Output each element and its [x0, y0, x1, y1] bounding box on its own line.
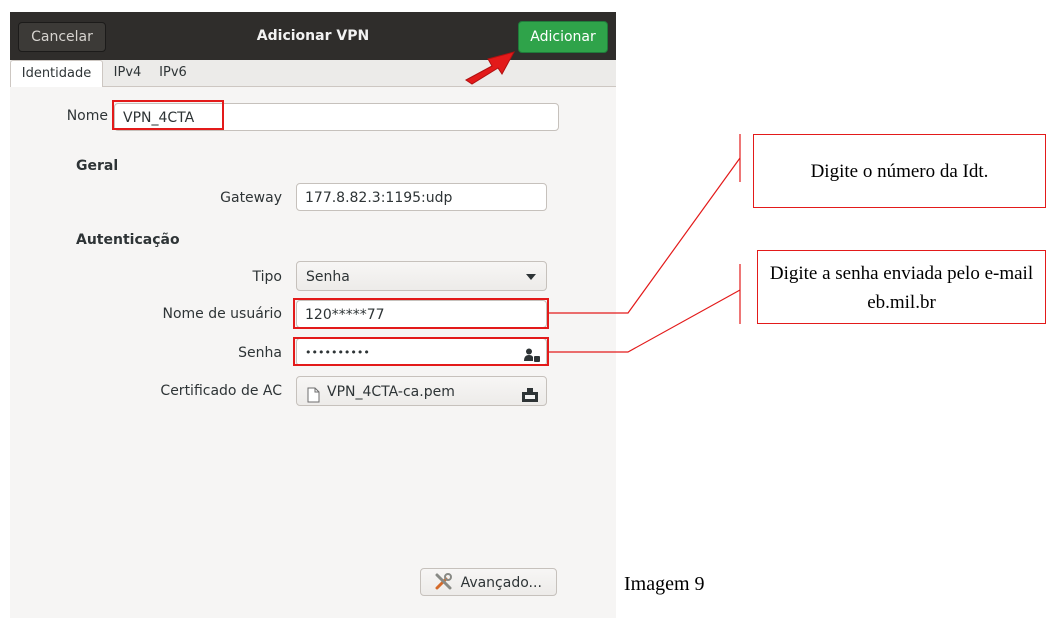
figure-caption: Imagem 9 — [624, 573, 705, 595]
callout-idt: Digite o número da Idt. — [753, 134, 1046, 208]
callout-senha: Digite a senha enviada pelo e-mail eb.mi… — [757, 250, 1046, 324]
